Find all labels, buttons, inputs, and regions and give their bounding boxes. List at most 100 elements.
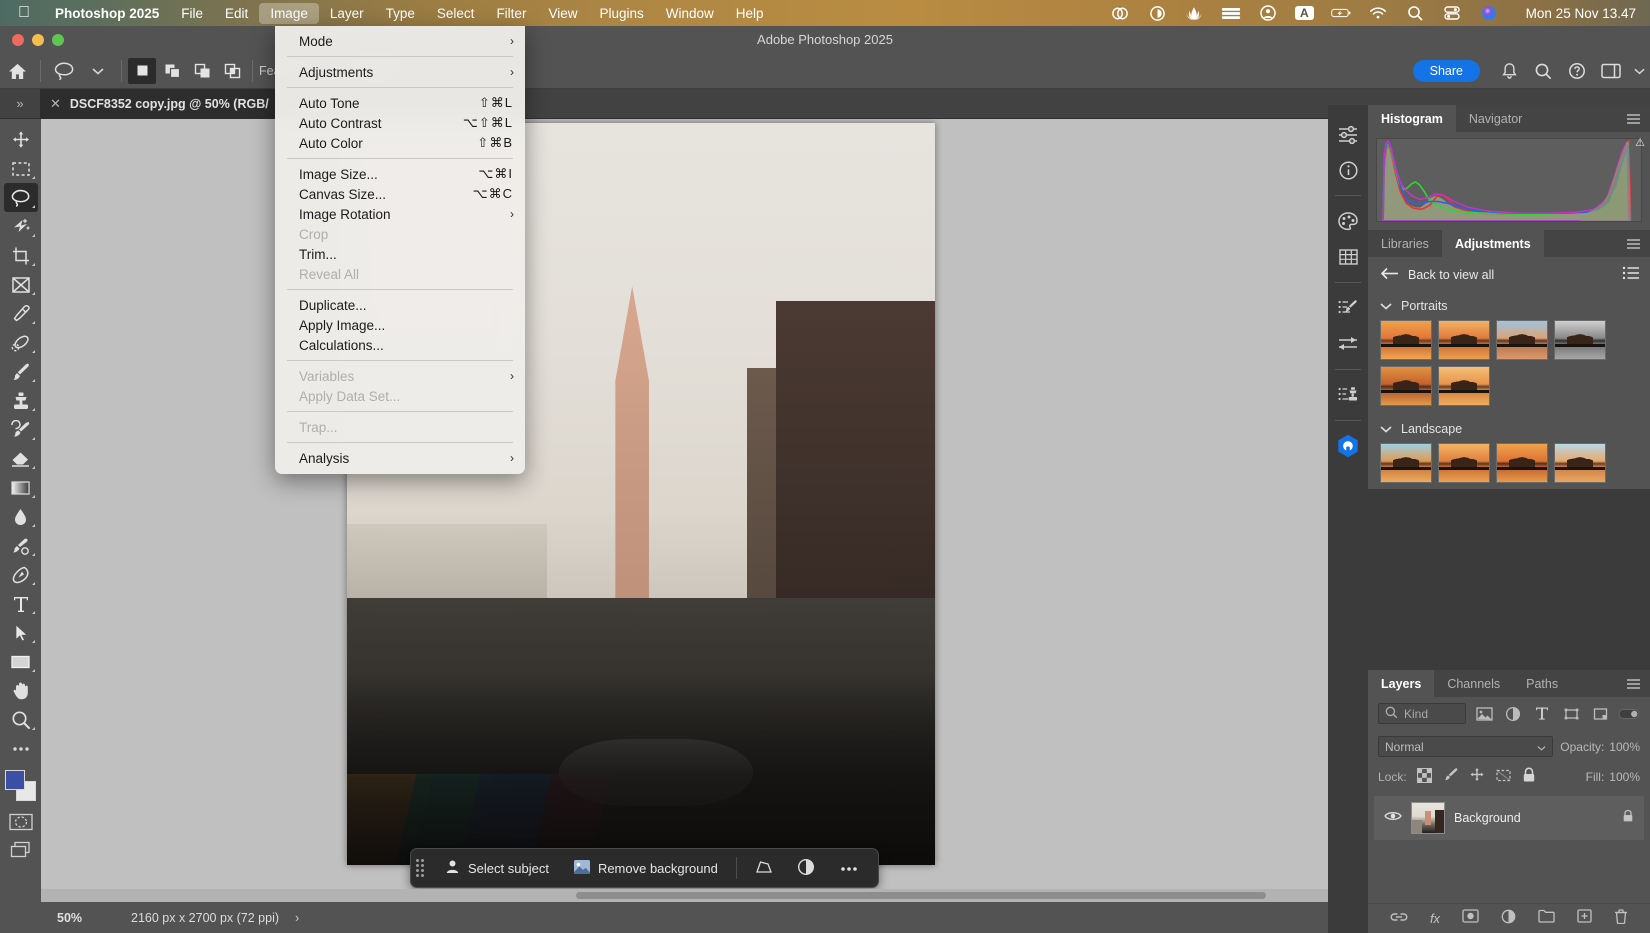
arrow-left-icon[interactable] [1380,267,1399,283]
color-swatches[interactable] [4,769,38,803]
eye-icon[interactable] [1384,809,1402,827]
menu-type[interactable]: Type [375,3,426,24]
cached-data-warning-icon[interactable]: ⚠ [1635,136,1645,149]
contextual-taskbar[interactable]: Select subject Remove background [410,848,879,888]
search-icon[interactable] [1526,57,1560,85]
add-to-selection-icon[interactable] [158,58,186,84]
select-subject-button[interactable]: Select subject [434,853,559,883]
minimize-window-button[interactable] [32,34,44,46]
eyedropper-tool-icon[interactable] [4,299,38,328]
screen-mode-icon[interactable] [8,839,34,861]
panel-menu-icon[interactable] [1617,230,1650,257]
canvas-area[interactable]: Select subject Remove background [41,119,1350,902]
menubar-clock[interactable]: Mon 25 Nov 13.47 [1526,6,1636,21]
preset-thumbnail[interactable] [1380,366,1432,406]
menu-item-duplicate[interactable]: Duplicate... [275,295,525,315]
canvas-horizontal-scrollbar[interactable] [41,889,1337,902]
menu-item-calculations[interactable]: Calculations... [275,335,525,355]
menu-image[interactable]: Image [259,3,319,24]
remove-background-button[interactable]: Remove background [563,854,728,883]
tab-layers[interactable]: Layers [1368,670,1434,697]
color-rail-icon[interactable] [1332,204,1364,238]
menu-item-analysis[interactable]: Analysis › [275,448,525,468]
zoom-level[interactable]: 50% [41,911,131,925]
menu-view[interactable]: View [537,3,588,24]
home-icon[interactable] [0,57,34,85]
menu-edit[interactable]: Edit [214,3,259,24]
chevron-right-icon[interactable]: › [295,911,299,925]
swatches-rail-icon[interactable] [1332,240,1364,274]
menu-item-image-size[interactable]: Image Size... ⌥⌘I [275,164,525,184]
opacity-control[interactable]: Opacity: 100% [1560,740,1640,754]
delete-layer-icon[interactable] [1614,909,1628,929]
menu-item-canvas-size[interactable]: Canvas Size... ⌥⌘C [275,184,525,204]
menu-filter[interactable]: Filter [485,3,537,24]
input-source-A-icon[interactable]: A [1295,6,1314,20]
quick-mask-icon[interactable] [8,811,34,833]
history-brush-tool-icon[interactable] [4,415,38,444]
adjustment-filter-icon[interactable] [1502,703,1524,724]
edit-toolbar-icon[interactable] [4,734,38,763]
tab-adjustments[interactable]: Adjustments [1442,230,1544,257]
object-selection-tool-icon[interactable] [4,212,38,241]
menu-layer[interactable]: Layer [319,3,375,24]
tool-preset-chevron-down-icon[interactable] [81,57,115,85]
share-button[interactable]: Share [1413,60,1480,82]
chevron-down-icon[interactable] [1380,299,1392,313]
gradient-tool-icon[interactable] [4,473,38,502]
document-tab[interactable]: ✕ DSCF8352 copy.jpg @ 50% (RGB/ [40,89,283,119]
bell-icon[interactable] [1492,57,1526,85]
preset-thumbnail[interactable] [1438,366,1490,406]
move-tool-icon[interactable] [4,125,38,154]
tab-channels[interactable]: Channels [1434,670,1513,697]
menu-item-auto-contrast[interactable]: Auto Contrast ⌥⇧⌘L [275,113,525,133]
group-header-landscape[interactable]: Landscape [1368,416,1650,441]
menu-app-name[interactable]: Photoshop 2025 [44,3,170,24]
menu-item-adjustments[interactable]: Adjustments › [275,62,525,82]
menu-item-apply-image[interactable]: Apply Image... [275,315,525,335]
menu-item-mode[interactable]: Mode › [275,31,525,51]
battery-charging-icon[interactable] [1331,5,1351,22]
lock-artboard-icon[interactable] [1495,768,1512,786]
workspace-chevron-down-icon[interactable] [1628,57,1650,85]
rectangular-marquee-tool-icon[interactable] [4,154,38,183]
account-icon[interactable] [1258,5,1278,22]
document-dimensions[interactable]: 2160 px x 2700 px (72 ppi) [131,911,279,925]
shape-filter-icon[interactable] [1560,703,1582,724]
lasso-tool-icon[interactable] [47,57,81,85]
stacks-icon[interactable] [1221,5,1241,22]
drag-grip-icon[interactable] [416,858,426,878]
preset-thumbnail[interactable] [1554,320,1606,360]
opacity-value[interactable]: 100% [1609,740,1640,754]
brush-settings-rail-icon[interactable] [1332,291,1364,325]
search-icon[interactable] [1405,5,1425,22]
fill-control[interactable]: Fill: 100% [1586,770,1640,784]
menu-item-auto-color[interactable]: Auto Color ⇧⌘B [275,133,525,153]
help-icon[interactable] [1560,57,1594,85]
lasso-tool-icon[interactable] [4,183,38,212]
menu-plugins[interactable]: Plugins [588,3,654,24]
creative-cloud-icon[interactable] [1110,5,1130,22]
dodge-tool-icon[interactable] [4,531,38,560]
menu-file[interactable]: File [170,3,214,24]
preset-thumbnail[interactable] [1380,443,1432,483]
new-layer-icon[interactable] [1577,909,1592,928]
smart-object-filter-icon[interactable] [1589,703,1611,724]
crop-tool-icon[interactable] [4,241,38,270]
layer-filter-kind-select[interactable]: Kind [1378,703,1466,724]
menu-item-image-rotation[interactable]: Image Rotation › [275,204,525,224]
adjustments-rail-icon[interactable] [1332,117,1364,151]
add-mask-icon[interactable] [1462,909,1479,928]
control-center-icon[interactable] [1442,5,1462,22]
preset-thumbnail[interactable] [1438,320,1490,360]
back-to-view-all-row[interactable]: Back to view all [1368,257,1650,289]
histogram-graph[interactable] [1376,138,1642,222]
adjustment-layer-button[interactable] [787,853,825,884]
menu-select[interactable]: Select [426,3,486,24]
type-filter-icon[interactable] [1531,703,1553,724]
brush-tool-icon[interactable] [4,357,38,386]
discover-rail-icon[interactable] [1332,429,1364,463]
fx-icon[interactable]: fx [1430,911,1440,926]
menu-item-auto-tone[interactable]: Auto Tone ⇧⌘L [275,93,525,113]
healing-brush-tool-icon[interactable] [4,328,38,357]
